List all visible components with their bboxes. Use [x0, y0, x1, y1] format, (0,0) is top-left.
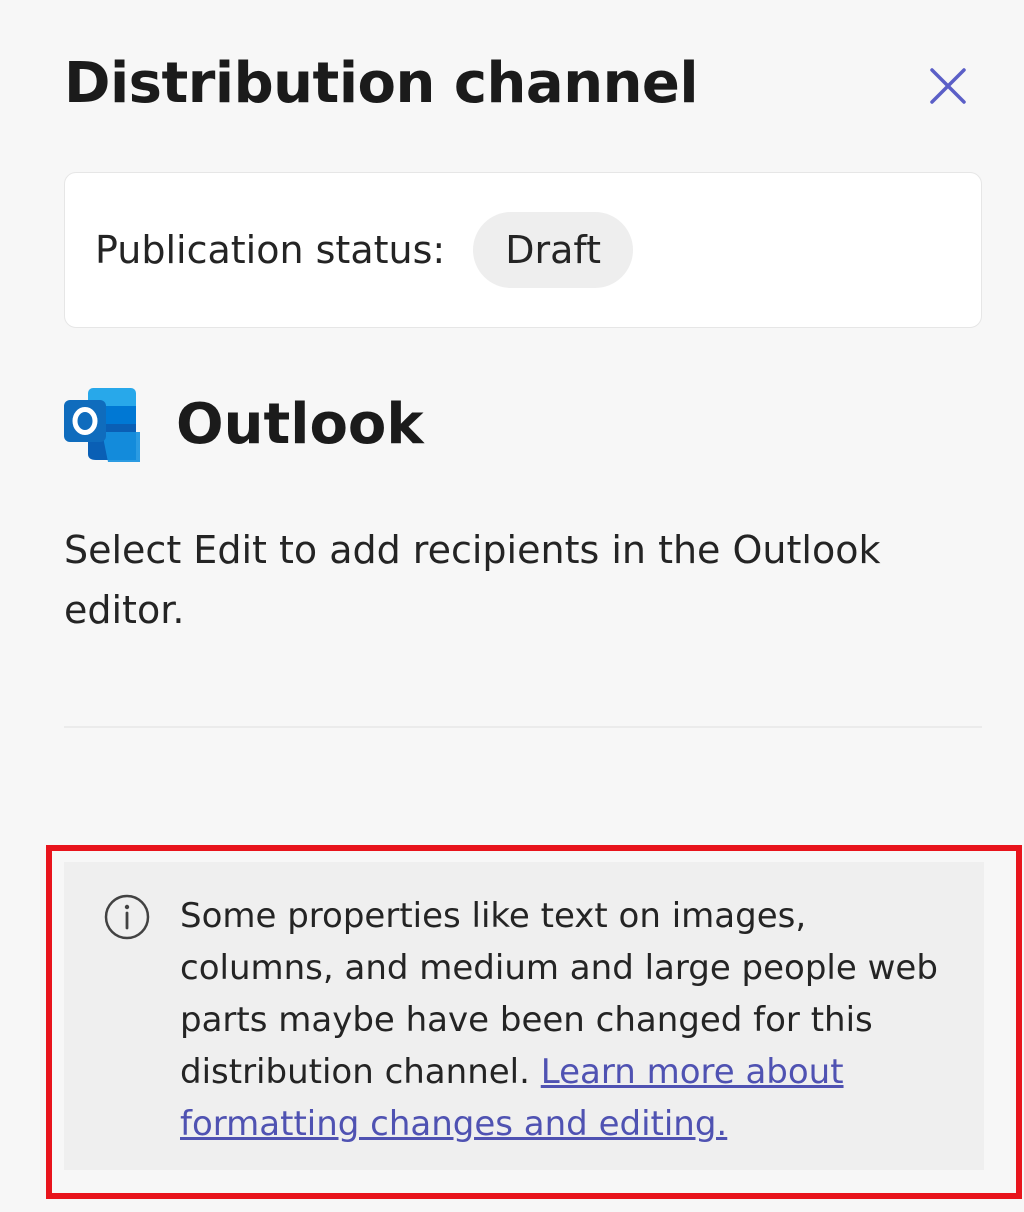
divider — [64, 726, 982, 728]
channel-description: Select Edit to add recipients in the Out… — [64, 528, 881, 632]
highlight-annotation-box — [46, 845, 1022, 1199]
panel-title: Distribution channel — [64, 51, 699, 116]
close-icon — [930, 68, 966, 104]
publication-status-card: Publication status: Draft — [64, 172, 982, 328]
outlook-logo-icon — [64, 388, 140, 462]
publication-status-label: Publication status: — [95, 228, 446, 272]
channel-name: Outlook — [176, 391, 424, 457]
status-badge: Draft — [473, 212, 633, 288]
channel-header: Outlook — [62, 384, 424, 464]
close-button[interactable] — [922, 60, 974, 112]
